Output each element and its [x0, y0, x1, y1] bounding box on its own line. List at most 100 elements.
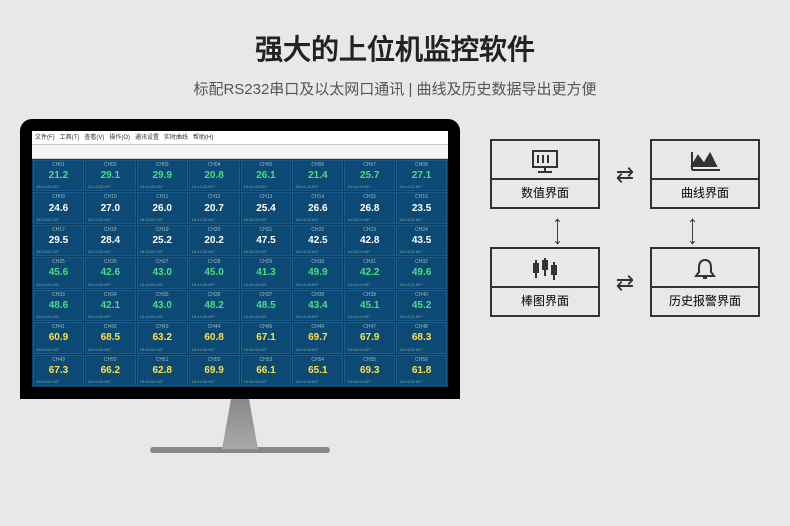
channel-cell[interactable]: CH4160.916:14:02.697: [33, 322, 84, 353]
channel-cell[interactable]: CH4767.916:14:02.697: [344, 322, 395, 353]
channel-timestamp: 16:14:02.697: [399, 347, 444, 352]
channel-id: CH55: [347, 357, 392, 363]
channel-cell[interactable]: CH1729.516:14:02.697: [33, 225, 84, 256]
channel-cell[interactable]: CH1925.216:14:02.697: [137, 225, 188, 256]
channel-id: CH47: [347, 324, 392, 330]
channel-cell[interactable]: CH4460.816:14:02.697: [189, 322, 240, 353]
channel-cell[interactable]: CH3648.216:14:02.697: [189, 290, 240, 321]
channel-timestamp: 16:14:02.697: [295, 184, 340, 189]
channel-value: 68.3: [399, 333, 444, 343]
channel-id: CH44: [192, 324, 237, 330]
channel-timestamp: 16:14:02.697: [88, 217, 133, 222]
channel-timestamp: 16:14:02.697: [88, 347, 133, 352]
channel-value: 26.8: [347, 204, 392, 214]
channel-cell[interactable]: CH2342.816:14:02.697: [344, 225, 395, 256]
channel-cell[interactable]: CH1623.516:14:02.697: [396, 192, 447, 223]
channel-cell[interactable]: CH1828.416:14:02.697: [85, 225, 136, 256]
channel-cell[interactable]: CH4268.516:14:02.697: [85, 322, 136, 353]
channel-cell[interactable]: CH1220.716:14:02.697: [189, 192, 240, 223]
menu-item[interactable]: 文件(F): [35, 132, 55, 143]
menu-bar[interactable]: 文件(F) 工具(T) 查看(V) 操作(O) 通讯设置实时曲线帮助(H): [32, 131, 448, 145]
channel-cell[interactable]: CH5269.916:14:02.697: [189, 355, 240, 386]
menu-item[interactable]: 操作(O): [109, 132, 130, 143]
channel-cell[interactable]: CH2147.516:14:02.697: [241, 225, 292, 256]
channel-value: 67.9: [347, 333, 392, 343]
channel-cell[interactable]: CH3049.916:14:02.697: [292, 257, 343, 288]
channel-cell[interactable]: CH2545.616:14:02.697: [33, 257, 84, 288]
channel-cell[interactable]: CH3142.216:14:02.697: [344, 257, 395, 288]
channel-cell[interactable]: CH3748.516:14:02.697: [241, 290, 292, 321]
channel-timestamp: 16:14:02.697: [192, 314, 237, 319]
menu-item[interactable]: 通讯设置: [135, 132, 159, 143]
channel-cell[interactable]: CH0229.116:14:02.697: [85, 160, 136, 191]
channel-cell[interactable]: CH4567.116:14:02.697: [241, 322, 292, 353]
channel-cell[interactable]: CH3843.416:14:02.697: [292, 290, 343, 321]
channel-cell[interactable]: CH2941.316:14:02.697: [241, 257, 292, 288]
channel-cell[interactable]: CH2020.216:14:02.697: [189, 225, 240, 256]
channel-id: CH18: [88, 227, 133, 233]
channel-timestamp: 16:14:02.697: [399, 314, 444, 319]
channel-cell[interactable]: CH4967.316:14:02.697: [33, 355, 84, 386]
channel-cell[interactable]: CH1027.016:14:02.697: [85, 192, 136, 223]
channel-cell[interactable]: CH5162.816:14:02.697: [137, 355, 188, 386]
channel-value: 45.1: [347, 301, 392, 311]
channel-cell[interactable]: CH0924.616:14:02.697: [33, 192, 84, 223]
channel-timestamp: 16:14:02.697: [347, 314, 392, 319]
channel-grid: CH0121.216:14:02.697CH0229.116:14:02.697…: [32, 159, 448, 387]
channel-cell[interactable]: CH5066.216:14:02.697: [85, 355, 136, 386]
channel-cell[interactable]: CH3249.616:14:02.697: [396, 257, 447, 288]
channel-timestamp: 16:14:02.697: [295, 249, 340, 254]
channel-timestamp: 16:14:02.697: [399, 249, 444, 254]
menu-item[interactable]: 工具(T): [60, 132, 80, 143]
channel-id: CH51: [140, 357, 185, 363]
channel-cell[interactable]: CH1325.416:14:02.697: [241, 192, 292, 223]
channel-cell[interactable]: CH0526.116:14:02.697: [241, 160, 292, 191]
channel-cell[interactable]: CH2845.016:14:02.697: [189, 257, 240, 288]
channel-cell[interactable]: CH5661.816:14:02.697: [396, 355, 447, 386]
menu-item[interactable]: 帮助(H): [193, 132, 213, 143]
channel-id: CH01: [36, 162, 81, 168]
channel-id: CH17: [36, 227, 81, 233]
channel-timestamp: 16:14:02.697: [192, 347, 237, 352]
channel-cell[interactable]: CH3348.616:14:02.697: [33, 290, 84, 321]
channel-cell[interactable]: CH2642.616:14:02.697: [85, 257, 136, 288]
channel-cell[interactable]: CH2743.016:14:02.697: [137, 257, 188, 288]
channel-cell[interactable]: CH0621.416:14:02.697: [292, 160, 343, 191]
channel-cell[interactable]: CH1526.816:14:02.697: [344, 192, 395, 223]
channel-value: 20.7: [192, 204, 237, 214]
channel-timestamp: 16:14:02.697: [36, 184, 81, 189]
channel-cell[interactable]: CH5366.116:14:02.697: [241, 355, 292, 386]
channel-id: CH30: [295, 259, 340, 265]
channel-cell[interactable]: CH2443.516:14:02.697: [396, 225, 447, 256]
toolbar[interactable]: [32, 145, 448, 159]
channel-cell[interactable]: CH5569.316:14:02.697: [344, 355, 395, 386]
channel-id: CH50: [88, 357, 133, 363]
channel-cell[interactable]: CH3543.016:14:02.697: [137, 290, 188, 321]
channel-cell[interactable]: CH0329.916:14:02.697: [137, 160, 188, 191]
channel-cell[interactable]: CH1126.016:14:02.697: [137, 192, 188, 223]
channel-cell[interactable]: CH0725.716:14:02.697: [344, 160, 395, 191]
numeric-view-box: 数值界面: [490, 139, 600, 209]
channel-cell[interactable]: CH0121.216:14:02.697: [33, 160, 84, 191]
channel-value: 26.1: [244, 171, 289, 181]
curve-view-box: 曲线界面: [650, 139, 760, 209]
channel-cell[interactable]: CH4363.216:14:02.697: [137, 322, 188, 353]
channel-cell[interactable]: CH4045.216:14:02.697: [396, 290, 447, 321]
channel-id: CH12: [192, 194, 237, 200]
channel-cell[interactable]: CH4868.316:14:02.697: [396, 322, 447, 353]
channel-timestamp: 16:14:02.697: [295, 282, 340, 287]
channel-cell[interactable]: CH5465.116:14:02.697: [292, 355, 343, 386]
interface-diagram: 数值界面 ⇄ 曲线界面 ↑↓ ↑↓ 棒图界面 ⇄: [460, 119, 770, 325]
channel-cell[interactable]: CH2242.516:14:02.697: [292, 225, 343, 256]
channel-cell[interactable]: CH3945.116:14:02.697: [344, 290, 395, 321]
channel-timestamp: 16:14:02.697: [36, 379, 81, 384]
menu-item[interactable]: 查看(V): [84, 132, 104, 143]
channel-cell[interactable]: CH0827.116:14:02.697: [396, 160, 447, 191]
channel-id: CH14: [295, 194, 340, 200]
channel-cell[interactable]: CH3442.116:14:02.697: [85, 290, 136, 321]
channel-cell[interactable]: CH0420.816:14:02.697: [189, 160, 240, 191]
channel-cell[interactable]: CH4669.716:14:02.697: [292, 322, 343, 353]
channel-value: 60.9: [36, 333, 81, 343]
channel-cell[interactable]: CH1426.616:14:02.697: [292, 192, 343, 223]
menu-item[interactable]: 实时曲线: [164, 132, 188, 143]
